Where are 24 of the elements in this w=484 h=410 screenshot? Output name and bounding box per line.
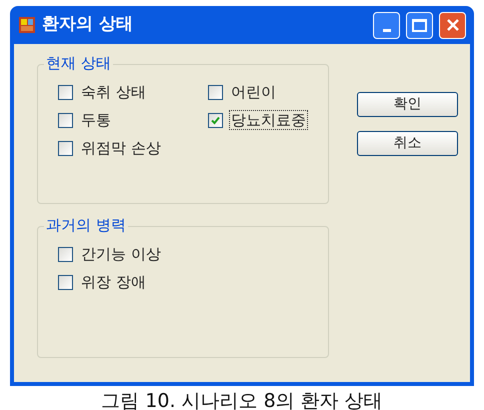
checkbox-label[interactable]: 어린이 — [229, 82, 278, 102]
checkbox[interactable] — [58, 112, 73, 128]
checkbox[interactable] — [58, 274, 73, 290]
checkbox-label[interactable]: 숙취 상태 — [79, 82, 148, 102]
checkbox-label[interactable]: 위점막 손상 — [79, 138, 163, 158]
app-icon — [18, 16, 36, 34]
checkbox-label[interactable]: 두통 — [79, 110, 113, 130]
dialog-button[interactable]: 취소 — [357, 131, 458, 156]
checkbox[interactable] — [58, 140, 73, 156]
window-title: 환자의 상태 — [42, 13, 134, 36]
checkbox-label[interactable]: 간기능 이상 — [79, 244, 163, 264]
checkbox-label[interactable]: 위장 장애 — [79, 272, 148, 292]
close-icon — [446, 18, 460, 32]
maximize-button[interactable] — [406, 12, 433, 38]
dialog-button[interactable]: 확인 — [357, 92, 458, 117]
close-button[interactable] — [439, 12, 466, 38]
checkmark-icon — [211, 116, 220, 124]
checkbox[interactable] — [58, 84, 73, 100]
minimize-button[interactable] — [373, 12, 400, 38]
checkbox[interactable] — [208, 112, 223, 128]
checkbox[interactable] — [208, 84, 223, 100]
figure-caption: 그림 10. 시나리오 8의 환자 상태 — [101, 389, 383, 410]
checkbox[interactable] — [58, 246, 73, 262]
checkbox-label[interactable]: 당뇨치료중 — [229, 110, 308, 130]
